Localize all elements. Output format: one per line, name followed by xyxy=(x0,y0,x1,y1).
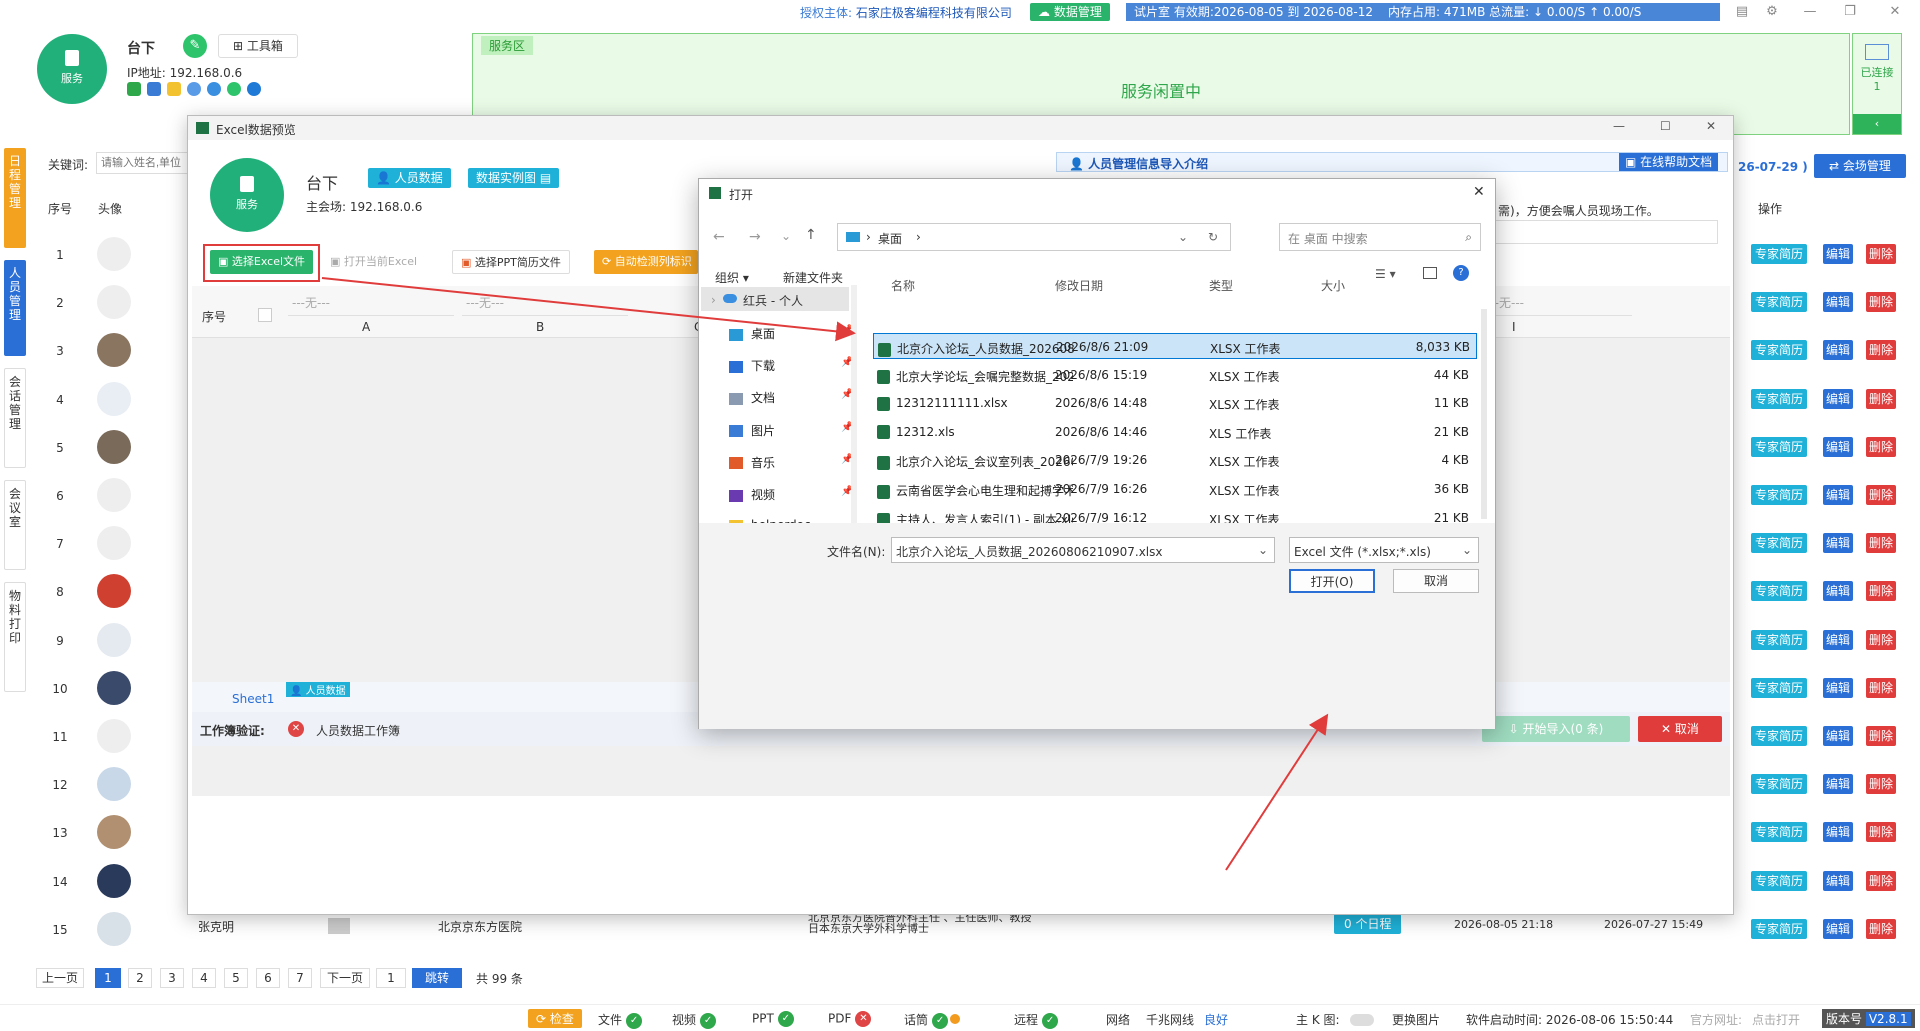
annotation-arrows xyxy=(321,277,1329,871)
arrow-to-file xyxy=(321,277,856,342)
arrow-to-open xyxy=(1225,713,1329,871)
